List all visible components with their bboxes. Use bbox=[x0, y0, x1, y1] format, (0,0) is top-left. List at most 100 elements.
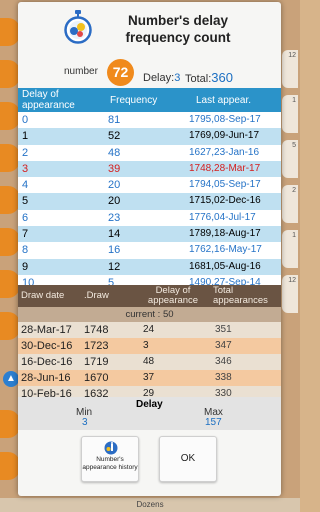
delay-cell: 24 bbox=[143, 324, 155, 335]
delay-cell: 0 bbox=[22, 114, 29, 126]
draw-row[interactable]: 28-Jun-16 1670 37 338 bbox=[18, 370, 281, 386]
delay-frequency-dialog: Number's delay frequency count number 72… bbox=[18, 2, 281, 496]
last-appear-cell: 1762,16-May-17 bbox=[189, 244, 262, 256]
frequency-cell: 12 bbox=[108, 260, 121, 273]
frequency-table-body: 0 81 1795,08-Sep-17 1 52 1769,09-Jun-17 2 48 162… bbox=[18, 112, 281, 292]
last-appear-cell: 1795,08-Sep-17 bbox=[189, 114, 261, 125]
frequency-cell: 14 bbox=[108, 228, 121, 241]
col-draw-date[interactable]: Draw date bbox=[21, 291, 64, 301]
delay-cell: 3 bbox=[22, 162, 29, 175]
ok-button[interactable]: OK bbox=[159, 436, 217, 482]
total-appearances-cell: 346 bbox=[215, 356, 232, 367]
frequency-cell: 16 bbox=[108, 244, 121, 257]
frequency-row[interactable]: 4 20 1794,05-Sep-17 bbox=[18, 177, 281, 194]
col-total-appearances[interactable]: Total appearances bbox=[213, 286, 273, 306]
delay-label: Delay: bbox=[143, 72, 175, 84]
background-tab bbox=[0, 228, 20, 256]
appearance-history-button[interactable]: Number's appearance history bbox=[81, 436, 139, 482]
col-last-appear[interactable]: Last appear. bbox=[196, 95, 251, 106]
last-appear-cell: 1627,23-Jan-16 bbox=[189, 146, 260, 158]
delay-cell: 2 bbox=[22, 146, 29, 159]
draw-date-cell: 28-Mar-17 bbox=[21, 324, 72, 336]
draw-number-cell: 1723 bbox=[84, 340, 109, 352]
chevron-up-icon[interactable]: ▲ bbox=[3, 371, 19, 387]
frequency-row[interactable]: 7 14 1789,18-Aug-17 bbox=[18, 226, 281, 243]
background-tab bbox=[0, 270, 20, 298]
draw-table-header: Draw date . Draw Delay of appearance Tota… bbox=[18, 285, 281, 307]
number-summary: number 72 Delay:3 Total:360 bbox=[18, 58, 281, 88]
frequency-table-header: Delay of appearance Frequency Last appea… bbox=[18, 88, 281, 112]
col-delay-of-appearance[interactable]: Delay of appearance bbox=[22, 89, 92, 111]
delay-cell: 37 bbox=[143, 372, 155, 383]
draw-row[interactable]: 28-Mar-17 1748 24 351 bbox=[18, 322, 281, 338]
frequency-table: Delay of appearance Frequency Last appea… bbox=[18, 88, 281, 292]
delay-cell: 4 bbox=[22, 179, 29, 192]
frequency-row[interactable]: 9 12 1681,05-Aug-16 bbox=[18, 258, 281, 275]
background-card: 12 bbox=[282, 275, 298, 313]
last-appear-cell: 1794,05-Sep-17 bbox=[189, 179, 261, 191]
total-value: 360 bbox=[211, 70, 233, 85]
col-delay-of-appearance[interactable]: Delay of appearance bbox=[142, 286, 204, 306]
background-tab bbox=[0, 186, 20, 214]
frequency-cell: 81 bbox=[108, 114, 121, 126]
total-label: Total: bbox=[185, 73, 212, 85]
draw-date-cell: 28-Jun-16 bbox=[21, 372, 71, 384]
background-tab bbox=[0, 60, 20, 88]
stopwatch-icon bbox=[64, 10, 92, 44]
col-draw[interactable]: . Draw bbox=[84, 291, 109, 301]
frequency-row[interactable]: 6 23 1776,04-Jul-17 bbox=[18, 209, 281, 227]
total-summary-label: Total:360 bbox=[185, 70, 233, 85]
background-tab bbox=[0, 312, 20, 340]
background-tab bbox=[0, 144, 20, 172]
last-appear-cell: 1776,04-Jul-17 bbox=[189, 211, 256, 223]
frequency-cell: 20 bbox=[108, 195, 121, 208]
background-card: 12 bbox=[282, 50, 298, 88]
min-value: 3 bbox=[82, 417, 88, 428]
draw-row[interactable]: 30-Dec-16 1723 3 347 bbox=[18, 338, 281, 354]
dialog-header: Number's delay frequency count bbox=[18, 2, 281, 58]
background-tab bbox=[0, 410, 20, 438]
background-card: 1 bbox=[282, 230, 298, 268]
frequency-row[interactable]: 3 39 1748,28-Mar-17 bbox=[18, 160, 281, 178]
delay-cell: 1 bbox=[22, 130, 29, 143]
background-card: 5 bbox=[282, 140, 298, 178]
col-draw-label: Draw bbox=[86, 290, 109, 301]
delay-summary-label: Delay:3 bbox=[143, 72, 180, 84]
appearance-history-label: Number's appearance history bbox=[82, 456, 138, 471]
current-delay-row: current : 50 bbox=[18, 307, 281, 322]
frequency-row[interactable]: 5 20 1715,02-Dec-16 bbox=[18, 193, 281, 210]
frequency-cell: 52 bbox=[108, 130, 121, 143]
frequency-row[interactable]: 1 52 1769,09-Jun-17 bbox=[18, 128, 281, 145]
delay-min-max: Delay Min 3 Max 157 bbox=[18, 397, 281, 430]
draw-number-cell: 1719 bbox=[84, 356, 109, 368]
delay-cell: 3 bbox=[143, 340, 149, 351]
delay-title: Delay bbox=[136, 399, 163, 410]
background-tab bbox=[0, 452, 20, 480]
background-card: 1 bbox=[282, 95, 298, 133]
draw-row[interactable]: 16-Dec-16 1719 48 346 bbox=[18, 354, 281, 370]
draw-date-cell: 30-Dec-16 bbox=[21, 340, 73, 352]
background-card: 2 bbox=[282, 185, 298, 223]
delay-cell: 5 bbox=[22, 195, 29, 208]
frequency-row[interactable]: 0 81 1795,08-Sep-17 bbox=[18, 112, 281, 129]
history-info-icon bbox=[104, 441, 118, 455]
frequency-row[interactable]: 8 16 1762,16-May-17 bbox=[18, 242, 281, 259]
draw-number-cell: 1748 bbox=[84, 324, 109, 336]
draw-table: Draw date . Draw Delay of appearance Tota… bbox=[18, 285, 281, 402]
number-ball: 72 bbox=[107, 59, 134, 86]
frequency-cell: 20 bbox=[108, 179, 121, 192]
frequency-row[interactable]: 2 48 1627,23-Jan-16 bbox=[18, 144, 281, 161]
draw-table-body: 28-Mar-17 1748 24 351 30-Dec-16 1723 3 347 16-De… bbox=[18, 322, 281, 402]
col-frequency[interactable]: Frequency bbox=[110, 95, 157, 106]
max-value: 157 bbox=[205, 417, 222, 428]
frequency-cell: 39 bbox=[108, 162, 121, 175]
last-appear-cell: 1769,09-Jun-17 bbox=[189, 130, 260, 142]
last-appear-cell: 1681,05-Aug-16 bbox=[189, 260, 261, 272]
frequency-cell: 48 bbox=[108, 146, 121, 159]
delay-cell: 9 bbox=[22, 260, 29, 273]
draw-number-cell: 1670 bbox=[84, 372, 109, 384]
total-appearances-cell: 338 bbox=[215, 372, 232, 383]
background-tab bbox=[0, 102, 20, 130]
background-tab bbox=[0, 18, 20, 46]
delay-cell: 8 bbox=[22, 244, 29, 257]
